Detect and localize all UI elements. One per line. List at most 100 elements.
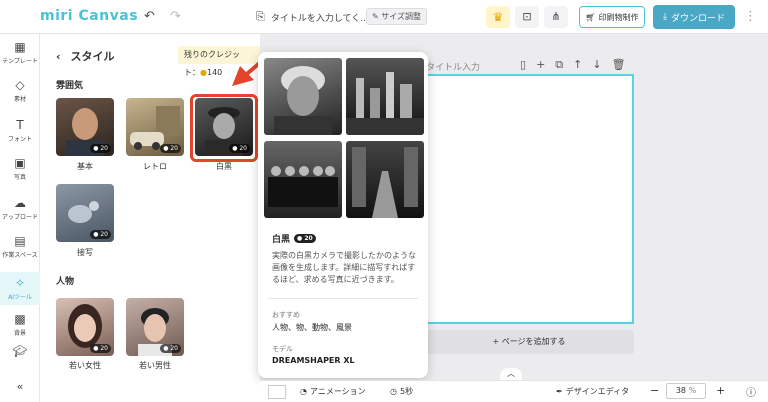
- rail-label: 素材: [13, 96, 26, 103]
- download-icon: ⤓: [663, 12, 667, 22]
- cloud-upload-icon: ☁: [14, 196, 26, 210]
- rail-item-upload[interactable]: ☁ アップロード: [0, 196, 40, 221]
- zoom-value: 38: [675, 386, 687, 395]
- pattern-icon: ▩: [14, 312, 26, 326]
- model-label: モデル: [272, 345, 293, 353]
- pen-icon: ✒: [556, 387, 563, 396]
- popup-description: 実際の白黒カメラで撮影したかのような画像を生成します。詳細に描写すればするほど、…: [272, 251, 416, 284]
- download-button[interactable]: ⤓ ダウンロード: [653, 5, 735, 29]
- premium-crown-button[interactable]: ♛: [486, 6, 510, 28]
- design-page[interactable]: [424, 74, 634, 324]
- style-panel: ‹ スタイル 残りのクレジット：●140 雰囲気 ● 20 基本 ● 20 レト…: [40, 34, 260, 402]
- sample-image-portrait: [264, 58, 342, 135]
- style-thumb-basic[interactable]: ● 20: [56, 98, 114, 156]
- trash-icon[interactable]: 🗑︎: [612, 58, 626, 72]
- design-editor-button[interactable]: ✒ デザインエディタ: [556, 386, 629, 397]
- style-label: 接写: [77, 248, 93, 257]
- rail-item-photo[interactable]: ▣ 写真: [0, 156, 40, 181]
- file-icon: ⎘: [256, 10, 265, 23]
- save-button[interactable]: ⊡: [515, 6, 539, 28]
- rail-item-template[interactable]: ▦ テンプレート: [0, 40, 40, 65]
- zoom-input[interactable]: 38 %: [666, 383, 706, 399]
- design-editor-label: デザインエディタ: [565, 387, 630, 396]
- template-icon: ▦: [14, 40, 26, 54]
- style-label: 基本: [77, 162, 93, 171]
- text-icon: T: [16, 118, 24, 132]
- zoom-unit: %: [688, 386, 697, 395]
- add-page-button[interactable]: + ページを追加する: [424, 330, 634, 354]
- new-page-icon[interactable]: ▯: [520, 58, 526, 72]
- move-up-icon[interactable]: ↑: [573, 58, 582, 72]
- page-title-input[interactable]: タイトル入力: [426, 60, 480, 73]
- duration-label: 5秒: [399, 387, 414, 396]
- print-label: 印刷物制作: [598, 12, 639, 22]
- section-atmosphere: 雰囲気: [56, 81, 84, 91]
- credit-cost-badge: ● 20: [160, 344, 181, 353]
- credit-cost-badge: ● 20: [90, 144, 111, 153]
- duplicate-icon[interactable]: ⧉: [555, 58, 563, 72]
- help-icon[interactable]: ⓘ: [746, 384, 756, 399]
- animation-label: アニメーション: [309, 387, 366, 396]
- redo-icon[interactable]: ↷: [170, 9, 181, 24]
- image-icon: ▣: [14, 156, 26, 170]
- rail-item-font[interactable]: T フォント: [0, 118, 40, 143]
- coin-icon: ●: [200, 68, 207, 77]
- rail-item-ai-tools[interactable]: ✧ AIツール: [0, 272, 40, 305]
- recommend-label: おすすめ: [272, 311, 300, 319]
- add-page-label: ページを追加する: [501, 337, 566, 346]
- rail-label: 背景: [13, 330, 26, 337]
- sample-image-group: [264, 141, 342, 218]
- style-detail-popup: 白黒 ● 20 実際の白黒カメラで撮影したかのような画像を生成します。詳細に描写す…: [258, 52, 428, 378]
- back-icon[interactable]: ‹: [56, 50, 61, 63]
- undo-icon[interactable]: ↶: [144, 9, 155, 24]
- style-thumb-young-man[interactable]: ● 20: [126, 298, 184, 356]
- graduation-cap-icon: 🎓︎: [12, 344, 28, 358]
- highlight-frame: [190, 94, 258, 162]
- more-icon[interactable]: ⋮: [744, 9, 757, 24]
- divider: [268, 298, 418, 299]
- style-thumb-closeup[interactable]: ● 20: [56, 184, 114, 242]
- move-down-icon[interactable]: ↓: [592, 58, 601, 72]
- zoom-in-icon[interactable]: +: [716, 384, 725, 397]
- style-label: 若い女性: [69, 361, 101, 370]
- save-icon: ⊡: [522, 10, 532, 23]
- rail-label: 作業スペース: [2, 252, 38, 259]
- model-value: DREAMSHAPER XL: [272, 356, 355, 365]
- chevron-up-icon[interactable]: ︿: [500, 368, 522, 380]
- add-icon[interactable]: +: [536, 58, 545, 72]
- rail-item-learn[interactable]: 🎓︎: [0, 344, 40, 360]
- cart-icon: 🛒︎: [585, 12, 596, 22]
- style-thumb-young-woman[interactable]: ● 20: [56, 298, 114, 356]
- credit-cost-badge: ● 20: [90, 344, 111, 353]
- sample-image-cityscape: [346, 58, 424, 135]
- resize-icon: ✎: [372, 12, 382, 21]
- document-title-text: タイトルを入力してく...: [270, 13, 369, 24]
- resize-button[interactable]: ✎ サイズ調整: [366, 8, 428, 25]
- style-label: 白黒: [216, 162, 232, 171]
- credit-cost-badge: ● 20: [90, 230, 111, 239]
- sample-image-night-street: [346, 141, 424, 218]
- credit-cost-badge: ● 20: [294, 234, 316, 243]
- print-button[interactable]: 🛒︎ 印刷物制作: [579, 6, 645, 28]
- panel-title: スタイル: [70, 50, 115, 63]
- zoom-out-icon[interactable]: −: [650, 384, 659, 397]
- rail-item-background[interactable]: ▩ 背景: [0, 312, 40, 337]
- rail-label: テンプレート: [2, 58, 38, 65]
- download-label: ダウンロード: [670, 13, 725, 24]
- rail-label: フォント: [7, 136, 32, 143]
- style-label: レトロ: [143, 162, 167, 171]
- app-logo[interactable]: miri Canvas: [40, 8, 138, 24]
- share-button[interactable]: ⋔: [544, 6, 568, 28]
- duration-button[interactable]: ◷ 5秒: [390, 386, 413, 397]
- page-toolbar: ▯ + ⧉ ↑ ↓ 🗑︎: [520, 58, 626, 72]
- rail-label: AIツール: [8, 294, 32, 301]
- collapse-rail-icon[interactable]: «: [0, 380, 40, 393]
- rail-item-workspace[interactable]: ▤ 作業スペース: [0, 234, 40, 259]
- animation-button[interactable]: ◔ アニメーション: [300, 386, 366, 397]
- color-swatch[interactable]: [268, 385, 286, 399]
- resize-label: サイズ調整: [381, 12, 422, 21]
- rail-item-elements[interactable]: ◇ 素材: [0, 78, 40, 103]
- style-label: 若い男性: [139, 361, 171, 370]
- rail-label: 写真: [13, 174, 26, 181]
- style-thumb-retro[interactable]: ● 20: [126, 98, 184, 156]
